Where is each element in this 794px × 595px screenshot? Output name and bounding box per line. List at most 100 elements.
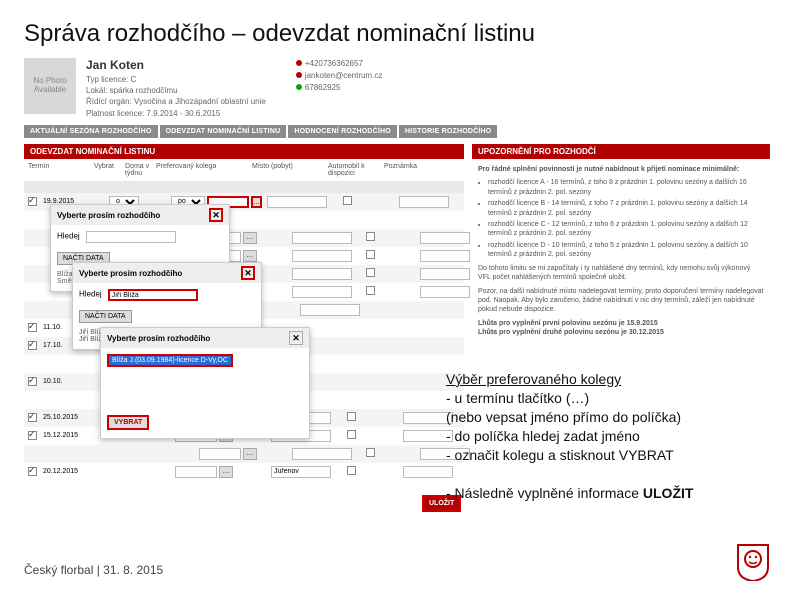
brand-logo-icon xyxy=(736,543,770,581)
pozn-input[interactable] xyxy=(420,286,470,298)
tab-bar: AKTUÁLNÍ SEZÓNA ROZHODČÍHO ODEVZDAT NOMI… xyxy=(24,125,770,138)
pk-dots-button[interactable]: … xyxy=(243,448,257,460)
table-row: 20.12.2015 … xyxy=(24,463,464,481)
left-section-heading: ODEVZDAT NOMINAČNÍ LISTINU xyxy=(24,144,464,159)
pk-dots-button[interactable]: … xyxy=(251,196,262,208)
cell-term: 20.12.2015 xyxy=(43,468,103,475)
row-checkbox[interactable] xyxy=(28,197,37,206)
notice-bullet: rozhodčí licence D - 10 termínů, z toho … xyxy=(488,241,764,260)
table-row: … xyxy=(24,445,464,463)
notice-bullet: rozhodčí licence A - 16 termínů, z toho … xyxy=(488,178,764,197)
table-header: Termín Vybrat Doma v týdnu Preferovaný k… xyxy=(24,159,464,181)
notice-deadline-2: Lhůta pro vyplnění druhé polovinu sezónu… xyxy=(478,328,764,337)
notice-p: Pozor, na další nabídnuté místo nadelego… xyxy=(478,287,764,315)
avatar: No Photo Available xyxy=(24,58,76,114)
dialog-title: Vyberte prosím rozhodčího xyxy=(79,269,182,278)
instruction-line: - do políčka hledej zadat jméno xyxy=(446,428,640,444)
phone-icon xyxy=(296,60,302,66)
load-data-button[interactable]: NAČTI DATA xyxy=(79,310,132,323)
th-pozn: Poznámka xyxy=(384,163,424,177)
misto-input[interactable] xyxy=(292,268,352,280)
auto-checkbox[interactable] xyxy=(366,286,375,295)
cell-term: 25.10.2015 xyxy=(43,414,103,421)
pk-dots-button[interactable]: … xyxy=(219,466,233,478)
notice-p: Do tohoto limitu se mi započítaly i ty n… xyxy=(478,264,764,283)
row-checkbox[interactable] xyxy=(28,377,37,386)
row-checkbox[interactable] xyxy=(28,431,37,440)
misto-input[interactable] xyxy=(267,196,327,208)
misto-input[interactable] xyxy=(300,304,360,316)
auto-checkbox[interactable] xyxy=(366,448,375,457)
row-checkbox[interactable] xyxy=(28,467,37,476)
notice-intro: Pro řádné splnění povinností je nutné na… xyxy=(478,165,764,174)
footer-text: Český florbal | 31. 8. 2015 xyxy=(24,563,163,577)
hledej-input[interactable] xyxy=(86,231,176,243)
auto-checkbox[interactable] xyxy=(366,268,375,277)
tab-history[interactable]: HISTORIE ROZHODČÍHO xyxy=(399,125,498,138)
misto-input[interactable] xyxy=(292,286,352,298)
auto-checkbox[interactable] xyxy=(366,250,375,259)
dialog-title: Vyberte prosím rozhodčího xyxy=(57,211,160,220)
notice-deadline-1: Lhůta pro vyplnění první polovinu sezónu… xyxy=(478,319,764,328)
auto-checkbox[interactable] xyxy=(343,196,352,205)
notice-panel: Pro řádné splnění povinností je nutné na… xyxy=(472,159,770,344)
pk-dots-button[interactable]: … xyxy=(243,250,257,262)
th-term: Termín xyxy=(28,163,88,177)
instruction-line: - u termínu tlačítko (…) xyxy=(446,390,589,406)
profile-meta-1: Typ licence: C xyxy=(86,74,266,85)
notice-bullet: rozhodčí licence C - 12 termínů, z toho … xyxy=(488,220,764,239)
hledej-input[interactable] xyxy=(108,289,198,301)
selected-result[interactable]: Blíža J.(03.09.1984)-licence D-Vy,OC xyxy=(107,354,233,367)
row-checkbox[interactable] xyxy=(28,341,37,350)
dialog-title: Vyberte prosím rozhodčího xyxy=(107,334,210,343)
row-checkbox[interactable] xyxy=(28,413,37,422)
tab-submit-nomination[interactable]: ODEVZDAT NOMINAČNÍ LISTINU xyxy=(160,125,287,138)
pozn-input[interactable] xyxy=(399,196,449,208)
contact-phone: +420736362657 xyxy=(296,58,383,70)
right-section-heading: UPOZORNĚNÍ PRO ROZHODČÍ xyxy=(472,144,770,159)
auto-checkbox[interactable] xyxy=(347,466,356,475)
instruction-line: (nebo vepsat jméno přímo do políčka) xyxy=(446,409,681,425)
instruction-line: - označit kolegu a stisknout VYBRAT xyxy=(446,447,674,463)
th-pk: Preferovaný kolega xyxy=(156,163,246,177)
page-title: Správa rozhodčího – odevzdat nominační l… xyxy=(24,20,770,48)
notice-bullet: rozhodčí licence B - 14 termínů, z toho … xyxy=(488,199,764,218)
instructions-panel: Výběr preferovaného kolegy - u termínu t… xyxy=(446,370,693,503)
pozn-input[interactable] xyxy=(420,250,470,262)
pk-input[interactable] xyxy=(199,448,241,460)
contact-id: 67862925 xyxy=(296,82,383,94)
vybrat-button[interactable]: VYBRAT xyxy=(107,415,149,430)
hledej-label: Hledej xyxy=(57,232,80,241)
close-icon[interactable]: ✕ xyxy=(241,266,255,280)
misto-input[interactable] xyxy=(271,466,331,478)
id-icon xyxy=(296,84,302,90)
profile-meta-2: Lokál: spárka rozhodčímu xyxy=(86,85,266,96)
auto-checkbox[interactable] xyxy=(347,412,356,421)
pozn-input[interactable] xyxy=(420,268,470,280)
pozn-input[interactable] xyxy=(420,232,470,244)
close-icon[interactable]: ✕ xyxy=(289,331,303,345)
close-icon[interactable]: ✕ xyxy=(209,208,223,222)
tab-evaluation[interactable]: HODNOCENÍ ROZHODČÍHO xyxy=(288,125,397,138)
th-vybrat: Vybrat xyxy=(94,163,119,177)
profile-header: No Photo Available Jan Koten Typ licence… xyxy=(24,58,770,119)
pk-input[interactable] xyxy=(175,466,217,478)
auto-checkbox[interactable] xyxy=(347,430,356,439)
th-auto: Automobil k dispozici xyxy=(328,163,378,177)
th-doma: Doma v týdnu xyxy=(125,163,150,177)
misto-input[interactable] xyxy=(292,250,352,262)
profile-meta-3: Řídící orgán: Vysočina a Jihozápadní obl… xyxy=(86,96,266,107)
pk-dots-button[interactable]: … xyxy=(243,232,257,244)
misto-input[interactable] xyxy=(292,448,352,460)
misto-input[interactable] xyxy=(292,232,352,244)
th-misto: Místo (pobyt) xyxy=(252,163,322,177)
hledej-label: Hledej xyxy=(79,290,102,299)
profile-name: Jan Koten xyxy=(86,58,266,72)
row-checkbox[interactable] xyxy=(28,323,37,332)
contact-email[interactable]: jankoten@centrum.cz xyxy=(296,70,383,82)
profile-meta-4: Platnost licence: 7.9.2014 - 30.6.2015 xyxy=(86,108,266,119)
tab-current-season[interactable]: AKTUÁLNÍ SEZÓNA ROZHODČÍHO xyxy=(24,125,158,138)
auto-checkbox[interactable] xyxy=(366,232,375,241)
instructions-heading: Výběr preferovaného kolegy xyxy=(446,371,621,387)
cell-term: 15.12.2015 xyxy=(43,432,103,439)
